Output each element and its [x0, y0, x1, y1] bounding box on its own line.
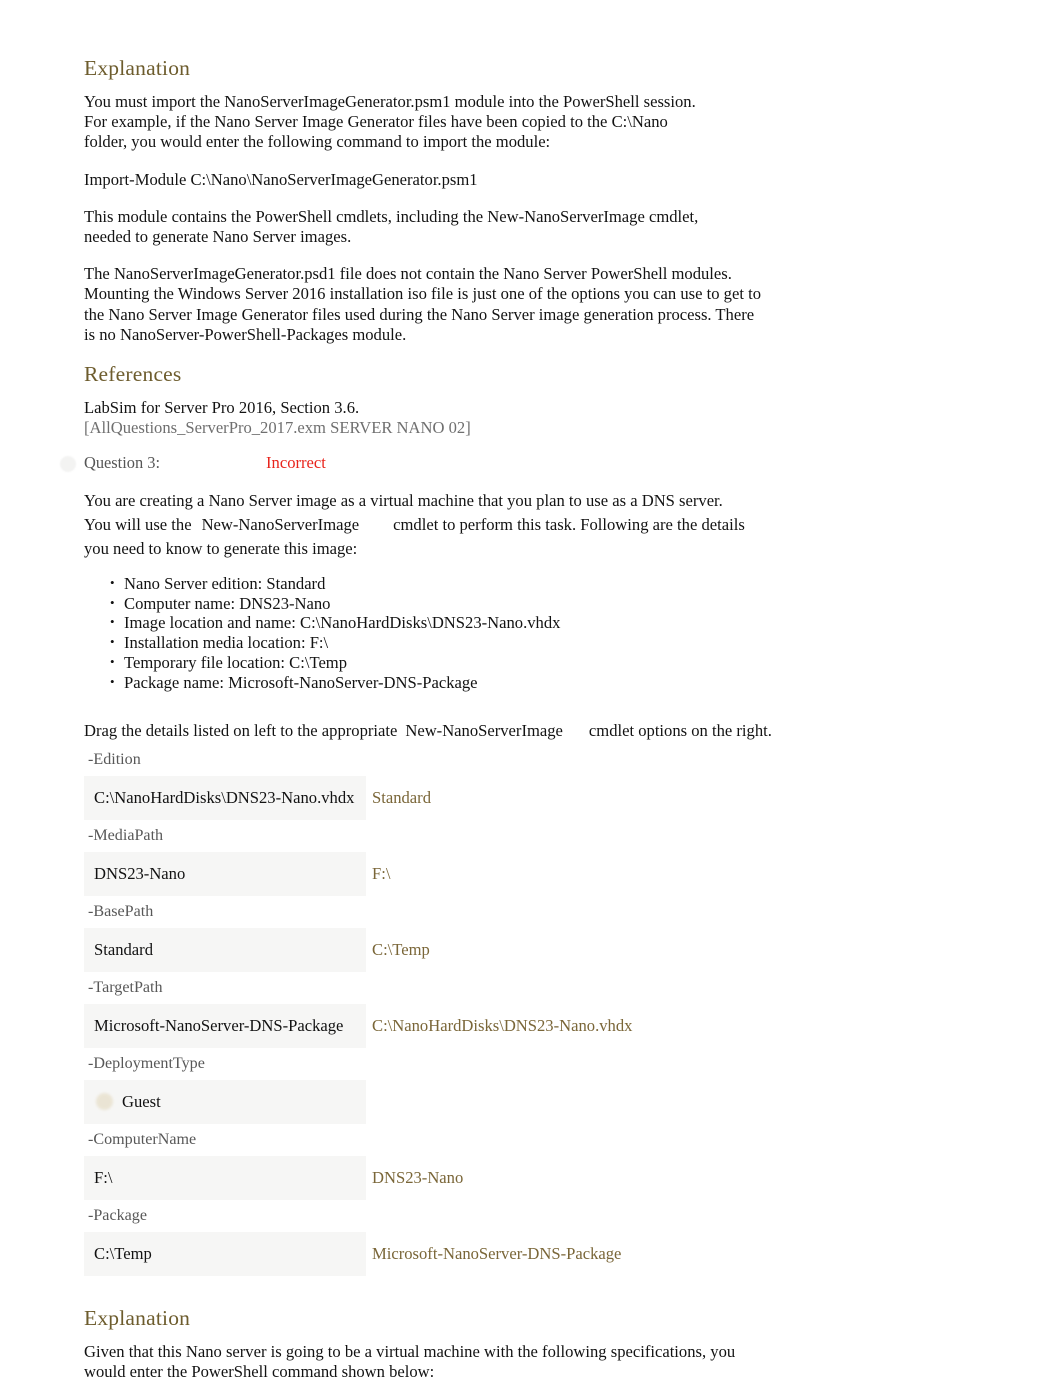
list-item: Installation media location: F:\ — [110, 632, 984, 653]
parameter-label-package: -Package — [88, 1206, 147, 1224]
question-status-circle-icon — [60, 455, 76, 472]
answer-row-package: C:\Temp Microsoft-NanoServer-DNS-Package — [84, 1231, 984, 1280]
answer-row-mediapath: DNS23-Nano F:\ — [84, 851, 984, 900]
drop-target-mediapath[interactable]: DNS23-Nano — [84, 851, 366, 896]
cmdlet-token-drag: New-NanoServerImage — [405, 720, 563, 740]
answer-row-deploymenttype: Guest — [84, 1079, 984, 1128]
question-intro-line-1: You are creating a Nano Server image as … — [84, 490, 723, 510]
import-module-command: Import-Module C:\Nano\NanoServerImageGen… — [84, 169, 478, 189]
references-heading: References — [84, 362, 182, 387]
explanation-heading-bottom: Explanation — [84, 1305, 191, 1330]
correct-answer-package: Microsoft-NanoServer-DNS-Package — [372, 1243, 622, 1263]
drop-target-package[interactable]: C:\Temp — [84, 1231, 366, 1276]
explanation-bottom-section: Explanation Given that this Nano server … — [84, 1306, 984, 1382]
drag-instruction-suffix: cmdlet options on the right. — [588, 720, 772, 740]
parameter-label-basepath: -BasePath — [88, 902, 154, 920]
question-header-row: Question 3: Incorrect — [60, 452, 984, 477]
drop-target-edition[interactable]: C:\NanoHardDisks\DNS23-Nano.vhdx — [84, 775, 366, 820]
question-detail-list: Nano Server edition: Standard Computer n… — [84, 573, 984, 693]
drop-target-targetpath[interactable]: Microsoft-NanoServer-DNS-Package — [84, 1003, 366, 1048]
match-block-package: -Package C:\Temp Microsoft-NanoServer-DN… — [84, 1205, 984, 1280]
drag-drop-matching-grid: -Edition C:\NanoHardDisks\DNS23-Nano.vhd… — [84, 749, 984, 1280]
document-page: Explanation You must import the NanoServ… — [0, 0, 1062, 1381]
match-block-edition: -Edition C:\NanoHardDisks\DNS23-Nano.vhd… — [84, 749, 984, 824]
answer-row-basepath: Standard C:\Temp — [84, 927, 984, 976]
cmdlet-token-question: New-NanoServerImage — [201, 515, 360, 535]
explanation-paragraph-1: You must import the NanoServerImageGener… — [84, 92, 696, 152]
reference-primary: LabSim for Server Pro 2016, Section 3.6. — [84, 398, 360, 418]
drag-instruction-prefix: Drag the details listed on left to the a… — [84, 720, 398, 740]
reference-secondary: [AllQuestions_ServerPro_2017.exm SERVER … — [84, 418, 471, 438]
drag-instruction: Drag the details listed on left to the a… — [84, 721, 774, 741]
question-intro-suffix: cmdlet to perform this task. Following a… — [393, 515, 745, 535]
explanation-paragraph-3: The NanoServerImageGenerator.psd1 file d… — [84, 264, 761, 344]
parameter-label-deploymenttype: -DeploymentType — [88, 1054, 205, 1072]
answer-row-edition: C:\NanoHardDisks\DNS23-Nano.vhdx Standar… — [84, 775, 984, 824]
parameter-label-targetpath: -TargetPath — [88, 978, 163, 996]
list-item: Package name: Microsoft-NanoServer-DNS-P… — [110, 672, 984, 693]
document-content: Explanation You must import the NanoServ… — [60, 56, 984, 1399]
match-block-computername: -ComputerName F:\ DNS23-Nano — [84, 1129, 984, 1204]
parameter-label-edition: -Edition — [88, 750, 141, 768]
drop-marker-circle-icon — [96, 1092, 113, 1110]
drop-target-basepath[interactable]: Standard — [84, 927, 366, 972]
explanation-bottom-paragraph: Given that this Nano server is going to … — [84, 1341, 736, 1382]
correct-answer-targetpath: C:\NanoHardDisks\DNS23-Nano.vhdx — [372, 1015, 633, 1035]
question-body: You are creating a Nano Server image as … — [84, 491, 984, 693]
correct-answer-computername: DNS23-Nano — [372, 1167, 464, 1187]
correct-answer-edition: Standard — [372, 787, 431, 807]
match-block-targetpath: -TargetPath Microsoft-NanoServer-DNS-Pac… — [84, 977, 984, 1052]
list-item: Nano Server edition: Standard — [110, 573, 984, 594]
list-item: Computer name: DNS23-Nano — [110, 593, 984, 614]
answer-row-computername: F:\ DNS23-Nano — [84, 1155, 984, 1204]
match-block-deploymenttype: -DeploymentType Guest — [84, 1053, 984, 1128]
question-intro-line-3: you need to know to generate this image: — [84, 539, 358, 559]
list-item: Temporary file location: C:\Temp — [110, 652, 984, 673]
drop-target-computername[interactable]: F:\ — [84, 1155, 366, 1200]
answer-row-targetpath: Microsoft-NanoServer-DNS-Package C:\Nano… — [84, 1003, 984, 1052]
status-badge: Incorrect — [266, 452, 326, 472]
parameter-label-computername: -ComputerName — [88, 1130, 197, 1148]
question-intro-line-2: You will use the New-NanoServerImage cmdle… — [84, 515, 984, 535]
match-block-basepath: -BasePath Standard C:\Temp — [84, 901, 984, 976]
correct-answer-mediapath: F:\ — [372, 863, 391, 883]
match-block-mediapath: -MediaPath DNS23-Nano F:\ — [84, 825, 984, 900]
explanation-paragraph-2: This module contains the PowerShell cmdl… — [84, 206, 699, 247]
parameter-label-mediapath: -MediaPath — [88, 826, 164, 844]
explanation-heading-top: Explanation — [84, 56, 191, 80]
references-block: LabSim for Server Pro 2016, Section 3.6.… — [84, 398, 984, 439]
question-intro-prefix: You will use the — [84, 515, 192, 535]
correct-answer-basepath: C:\Temp — [372, 939, 430, 959]
drop-target-deploymenttype[interactable]: Guest — [84, 1079, 366, 1124]
list-item: Image location and name: C:\NanoHardDisk… — [110, 612, 984, 633]
question-label: Question 3: — [84, 452, 161, 472]
